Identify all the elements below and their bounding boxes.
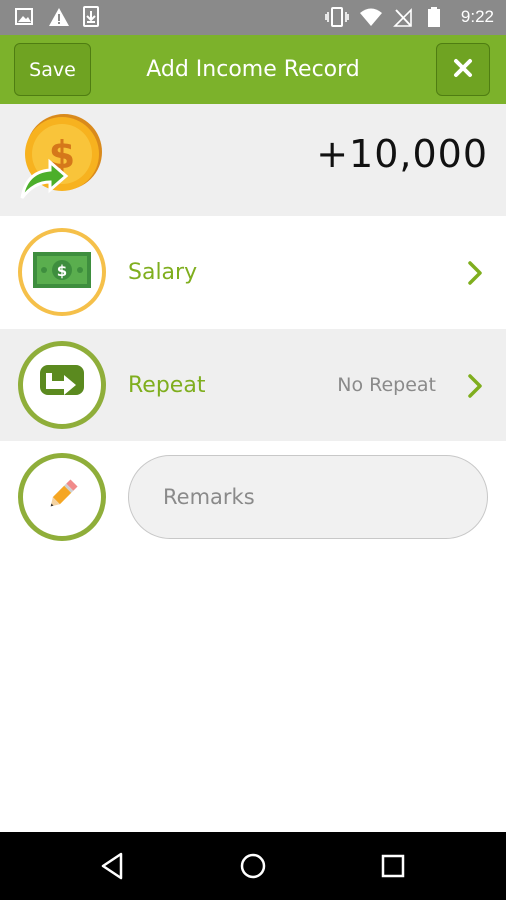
battery-icon <box>427 6 447 28</box>
category-label: Salary <box>128 259 198 285</box>
remarks-icon-circle <box>18 453 106 541</box>
remarks-row <box>0 441 506 553</box>
home-icon[interactable] <box>237 850 269 882</box>
close-icon <box>453 58 473 82</box>
repeat-arrow-icon <box>38 363 86 407</box>
close-button[interactable] <box>436 43 490 96</box>
status-time: 9:22 <box>460 7 494 26</box>
status-bar: 9:22 <box>0 0 506 35</box>
app-header: Save Add Income Record <box>0 35 506 104</box>
repeat-icon-circle <box>18 341 106 429</box>
recents-icon[interactable] <box>377 850 409 882</box>
status-icons-left <box>14 6 102 28</box>
navigation-bar <box>0 832 506 900</box>
income-coin-icon: $ <box>18 114 108 206</box>
download-icon <box>82 6 102 28</box>
repeat-row[interactable]: Repeat No Repeat <box>0 329 506 441</box>
remarks-input[interactable] <box>128 455 488 539</box>
repeat-label: Repeat <box>128 372 206 398</box>
amount-row[interactable]: $ +10,000 <box>0 104 506 216</box>
category-row[interactable]: $ Salary <box>0 216 506 328</box>
status-icons-right: 9:22 <box>325 5 494 29</box>
vibrate-icon <box>325 6 349 28</box>
svg-text:$: $ <box>57 262 67 280</box>
page-title: Add Income Record <box>146 57 360 82</box>
save-button[interactable]: Save <box>14 43 91 96</box>
repeat-value: No Repeat <box>337 374 436 396</box>
category-icon-circle: $ <box>18 228 106 316</box>
image-icon <box>14 6 34 28</box>
wifi-icon <box>359 6 382 28</box>
chevron-right-icon <box>464 373 486 399</box>
cash-bill-icon: $ <box>32 251 92 293</box>
back-icon[interactable] <box>97 850 129 882</box>
no-signal-icon <box>392 6 413 28</box>
chevron-right-icon <box>464 260 486 286</box>
pencil-icon <box>43 476 81 518</box>
amount-value: +10,000 <box>316 132 488 176</box>
warning-icon <box>48 6 69 28</box>
